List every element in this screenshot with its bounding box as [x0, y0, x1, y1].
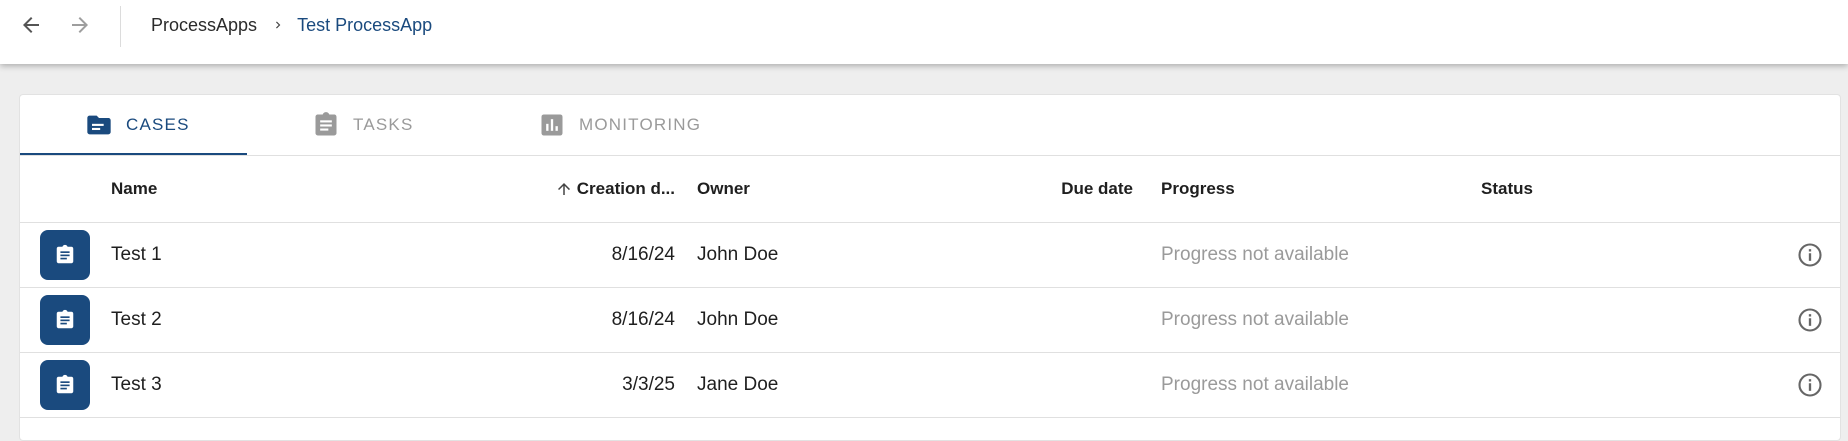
table-row[interactable]: Test 2 8/16/24 John Doe Progress not ava…: [20, 288, 1840, 353]
column-header-due-date[interactable]: Due date: [1061, 156, 1133, 222]
forward-button[interactable]: [65, 10, 95, 40]
clipboard-icon: [56, 309, 74, 329]
cases-card: CASES TASKS MONITORING Name Creation d..…: [19, 94, 1841, 441]
case-creation-date: 3/3/25: [622, 374, 675, 395]
column-header-owner-label: Owner: [697, 179, 750, 198]
tab-tasks[interactable]: TASKS: [312, 95, 413, 155]
tab-monitoring[interactable]: MONITORING: [538, 95, 701, 155]
tab-cases[interactable]: CASES: [85, 95, 190, 155]
column-header-status-label: Status: [1481, 179, 1533, 198]
chevron-right-icon: [271, 18, 285, 32]
column-header-creation-date[interactable]: Creation d...: [555, 156, 675, 222]
case-icon-button[interactable]: [40, 360, 90, 410]
breadcrumb: ProcessApps Test ProcessApp: [151, 14, 432, 36]
column-header-creation-date-label: Creation d...: [576, 179, 675, 198]
case-progress: Progress not available: [1161, 309, 1349, 330]
case-name: Test 1: [111, 244, 162, 265]
table-row[interactable]: Test 3 3/3/25 Jane Doe Progress not avai…: [20, 353, 1840, 418]
column-header-name-label: Name: [111, 179, 158, 198]
clipboard-icon: [56, 244, 74, 264]
tab-tasks-label: TASKS: [353, 115, 414, 134]
clipboard-icon: [315, 112, 337, 136]
column-header-name[interactable]: Name: [111, 156, 157, 222]
bar-chart-icon: [541, 114, 563, 136]
column-header-status[interactable]: Status: [1481, 156, 1533, 222]
case-owner: John Doe: [697, 244, 779, 265]
case-progress: Progress not available: [1161, 374, 1349, 395]
arrow-up-icon: [557, 183, 570, 195]
info-button[interactable]: [1796, 241, 1824, 269]
clipboard-icon: [56, 374, 74, 394]
arrow-left-icon: [23, 17, 39, 33]
case-owner: John Doe: [697, 309, 779, 330]
tab-monitoring-label: MONITORING: [579, 115, 702, 134]
info-button[interactable]: [1796, 371, 1824, 399]
case-icon-button[interactable]: [40, 230, 90, 280]
breadcrumb-root-link[interactable]: ProcessApps: [151, 15, 257, 36]
table-header: Name Creation d... Owner Due date Progre…: [20, 156, 1840, 223]
active-tab-indicator: [20, 153, 247, 155]
back-button[interactable]: [16, 10, 46, 40]
case-icon-button[interactable]: [40, 295, 90, 345]
case-progress: Progress not available: [1161, 244, 1349, 265]
breadcrumb-current: Test ProcessApp: [297, 14, 433, 35]
column-header-progress-label: Progress: [1161, 179, 1235, 198]
top-bar: ProcessApps Test ProcessApp: [0, 0, 1848, 64]
case-name: Test 2: [111, 309, 162, 330]
tab-cases-label: CASES: [126, 115, 190, 134]
info-icon: [1798, 243, 1822, 267]
toolbar-divider: [120, 6, 121, 47]
arrow-right-icon: [72, 17, 88, 33]
case-creation-date: 8/16/24: [611, 309, 675, 330]
table-row[interactable]: Test 1 8/16/24 John Doe Progress not ava…: [20, 223, 1840, 288]
tab-bar: CASES TASKS MONITORING: [20, 95, 1840, 156]
case-creation-date: 8/16/24: [611, 244, 675, 265]
info-icon: [1798, 373, 1822, 397]
folder-icon: [87, 115, 111, 135]
case-name: Test 3: [111, 374, 162, 395]
column-header-due-date-label: Due date: [1061, 179, 1133, 198]
info-icon: [1798, 308, 1822, 332]
info-button[interactable]: [1796, 306, 1824, 334]
column-header-progress[interactable]: Progress: [1161, 156, 1235, 222]
column-header-owner[interactable]: Owner: [697, 156, 750, 222]
case-owner: Jane Doe: [697, 374, 779, 395]
